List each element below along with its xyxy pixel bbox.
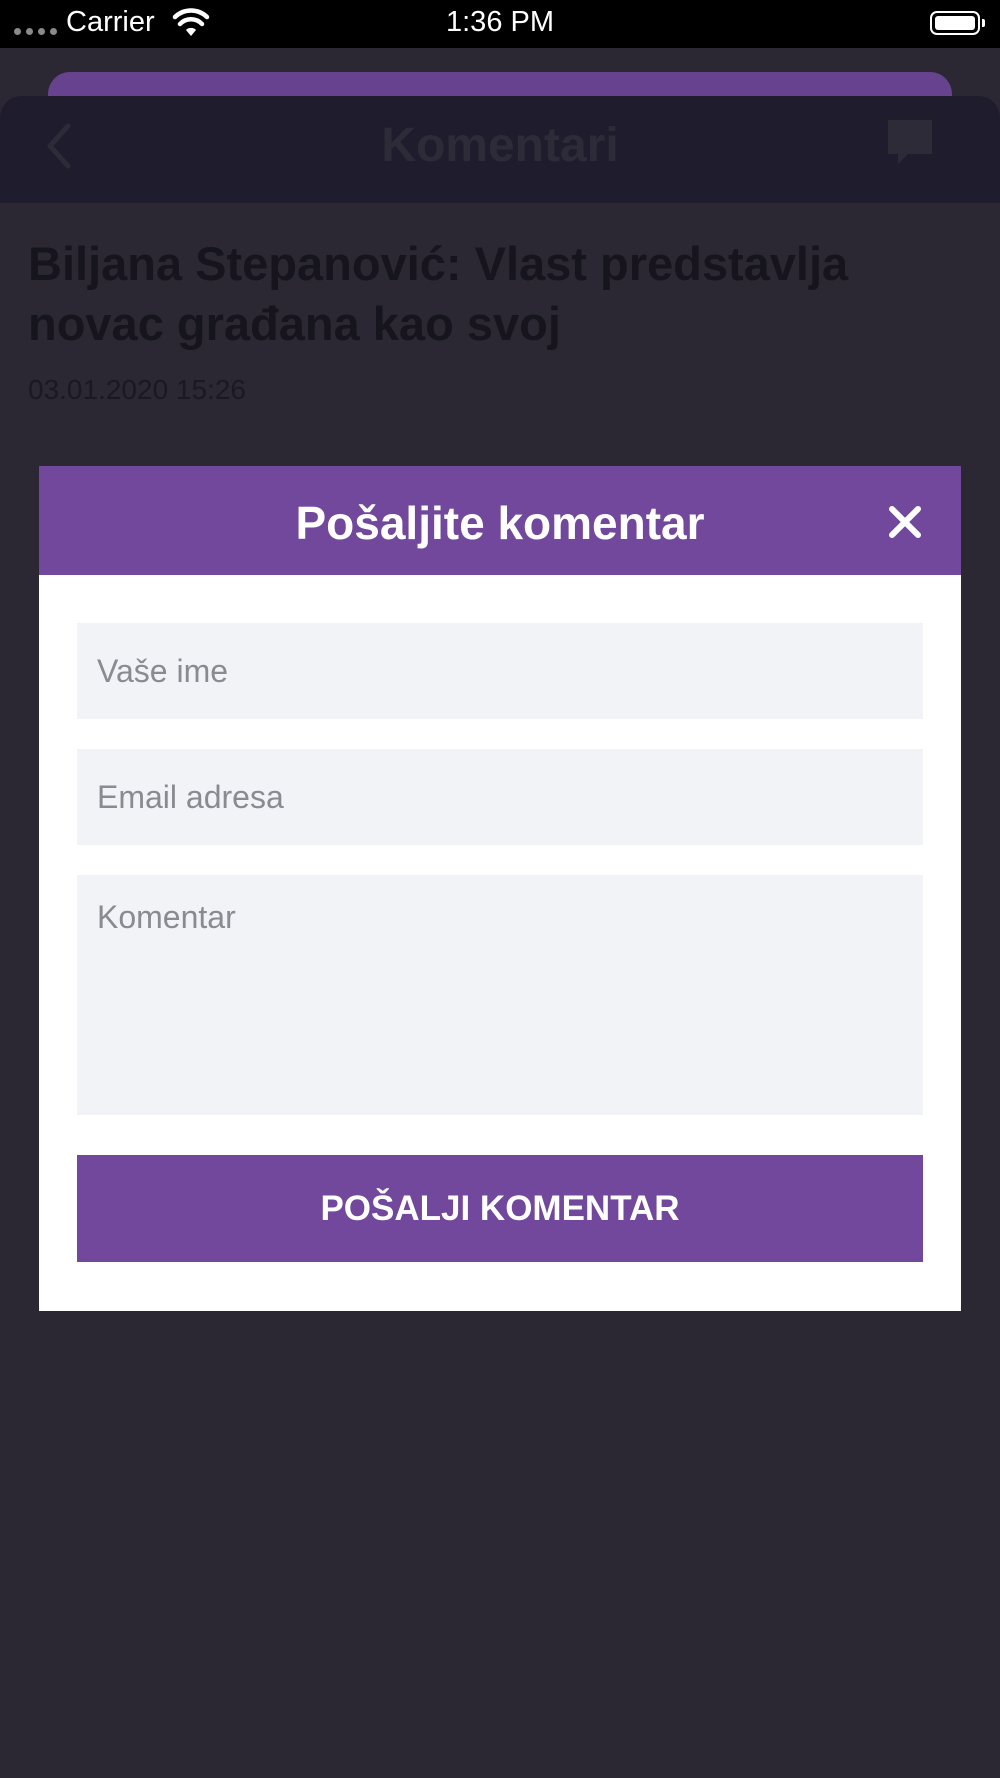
modal-title: Pošaljite komentar [295,497,705,549]
clock: 1:36 PM [446,6,554,38]
comment-modal: Pošaljite komentar POŠALJI KOMENTAR [39,466,961,1311]
modal-header: Pošaljite komentar [39,466,961,575]
comment-bubble-icon[interactable] [886,118,934,166]
page-title: Komentari [381,119,619,172]
name-input[interactable] [77,623,923,719]
article-title: Biljana Stepanović: Vlast predstavlja no… [28,237,849,350]
email-input[interactable] [77,749,923,845]
submit-comment-button[interactable]: POŠALJI KOMENTAR [77,1155,923,1262]
close-icon[interactable] [887,504,923,540]
status-bar: Carrier 1:36 PM [0,0,1000,48]
navigation-bar: Komentari [0,96,1000,203]
comment-textarea[interactable] [77,875,923,1115]
battery-icon [930,11,985,35]
article-date: 03.01.2020 15:26 [28,374,246,405]
